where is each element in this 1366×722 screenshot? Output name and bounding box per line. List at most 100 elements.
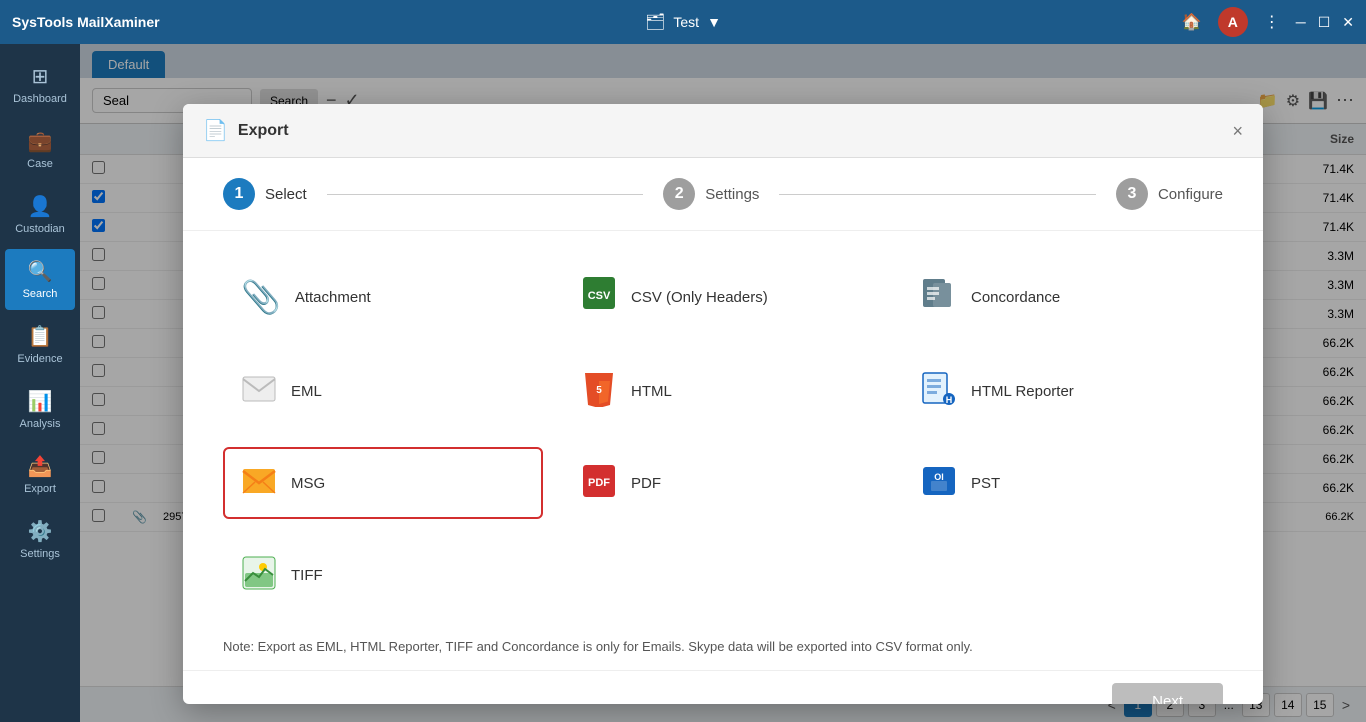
- svg-text:Ol: Ol: [934, 472, 944, 482]
- step-3-num: 3: [1116, 178, 1148, 210]
- case-icon: 💼: [28, 129, 53, 154]
- search-sidebar-icon: 🔍: [28, 259, 53, 284]
- sidebar-item-custodian[interactable]: 👤 Custodian: [5, 184, 75, 245]
- avatar: A: [1218, 7, 1248, 37]
- sidebar-item-analysis[interactable]: 📊 Analysis: [5, 379, 75, 440]
- custodian-icon: 👤: [28, 194, 53, 219]
- tiff-label: TIFF: [291, 567, 323, 584]
- attachment-label: Attachment: [295, 289, 371, 306]
- minimize-button[interactable]: ─: [1296, 14, 1306, 31]
- dialog-footer: Next: [183, 670, 1263, 704]
- content-area: Default Search − ✓ 📁 ⚙ 💾 ⋯ Size 71.4: [80, 44, 1366, 722]
- dialog-title: 📄 Export: [203, 118, 289, 143]
- html-icon: 5: [581, 371, 617, 411]
- modal-overlay: 📄 Export × 1 Select 2 Settings: [80, 44, 1366, 722]
- step-line-1: [327, 194, 644, 195]
- export-icon: 📤: [28, 454, 53, 479]
- sidebar-label-evidence: Evidence: [17, 353, 62, 365]
- sidebar-label-case: Case: [27, 158, 53, 170]
- step-line-2: [779, 194, 1096, 195]
- settings-icon: ⚙️: [28, 519, 53, 544]
- sidebar-item-export[interactable]: 📤 Export: [5, 444, 75, 505]
- csv-icon: CSV: [581, 275, 617, 319]
- html-label: HTML: [631, 383, 672, 400]
- home-button[interactable]: 🏠: [1182, 12, 1202, 32]
- dashboard-icon: ⊞: [32, 64, 49, 89]
- msg-icon: [241, 463, 277, 503]
- sidebar-item-settings[interactable]: ⚙️ Settings: [5, 509, 75, 570]
- sidebar-item-case[interactable]: 💼 Case: [5, 119, 75, 180]
- case-name: Test: [673, 14, 699, 30]
- export-option-msg[interactable]: MSG: [223, 447, 543, 519]
- dialog-title-text: Export: [238, 122, 289, 140]
- step-3-label: Configure: [1158, 186, 1223, 203]
- svg-text:H: H: [946, 395, 953, 405]
- dialog-close-button[interactable]: ×: [1232, 122, 1243, 140]
- export-option-concordance[interactable]: Concordance: [903, 259, 1223, 335]
- svg-text:PDF: PDF: [588, 477, 610, 489]
- titlebar: SysTools MailXaminer 🗂 Test ▼ 🏠 A ⋮ ─ ☐ …: [0, 0, 1366, 44]
- step-1-num: 1: [223, 178, 255, 210]
- sidebar-label-custodian: Custodian: [15, 223, 65, 235]
- pdf-icon: PDF: [581, 463, 617, 503]
- concordance-icon: [921, 277, 957, 317]
- csv-label: CSV (Only Headers): [631, 289, 768, 306]
- close-button[interactable]: ✕: [1342, 14, 1354, 31]
- export-option-eml[interactable]: EML: [223, 355, 543, 427]
- html-reporter-label: HTML Reporter: [971, 383, 1074, 400]
- export-option-csv[interactable]: CSV CSV (Only Headers): [563, 259, 883, 335]
- sidebar-label-settings: Settings: [20, 548, 60, 560]
- app-title: SysTools MailXaminer: [12, 14, 1182, 30]
- export-option-attachment[interactable]: 📎 Attachment: [223, 259, 543, 335]
- wizard-step-3: 3 Configure: [1116, 178, 1223, 210]
- sidebar-label-dashboard: Dashboard: [13, 93, 67, 105]
- step-2-num: 2: [663, 178, 695, 210]
- maximize-button[interactable]: ☐: [1318, 14, 1331, 31]
- analysis-icon: 📊: [28, 389, 53, 414]
- attachment-icon: 📎: [241, 278, 281, 316]
- evidence-icon: 📋: [28, 324, 53, 349]
- next-button[interactable]: Next: [1112, 683, 1223, 704]
- sidebar-item-search[interactable]: 🔍 Search: [5, 249, 75, 310]
- sidebar-label-analysis: Analysis: [20, 418, 61, 430]
- titlebar-center: 🗂 Test ▼: [645, 12, 721, 32]
- export-option-tiff[interactable]: TIFF: [223, 539, 543, 611]
- sidebar: ⊞ Dashboard 💼 Case 👤 Custodian 🔍 Search …: [0, 44, 80, 722]
- eml-label: EML: [291, 383, 322, 400]
- pst-label: PST: [971, 475, 1000, 492]
- tiff-icon: [241, 555, 277, 595]
- msg-label: MSG: [291, 475, 325, 492]
- pst-icon: Ol: [921, 463, 957, 503]
- sidebar-item-dashboard[interactable]: ⊞ Dashboard: [5, 54, 75, 115]
- export-options-grid: 📎 Attachment CSV CSV (Only Headers): [183, 231, 1263, 639]
- export-option-html[interactable]: 5 HTML: [563, 355, 883, 427]
- sidebar-label-search: Search: [23, 288, 58, 300]
- svg-text:5: 5: [596, 385, 602, 396]
- html-reporter-icon: H: [921, 371, 957, 411]
- more-button[interactable]: ⋮: [1264, 12, 1280, 32]
- step-2-label: Settings: [705, 186, 759, 203]
- main-layout: ⊞ Dashboard 💼 Case 👤 Custodian 🔍 Search …: [0, 44, 1366, 722]
- wizard-step-2: 2 Settings: [663, 178, 759, 210]
- sidebar-label-export: Export: [24, 483, 56, 495]
- titlebar-actions: 🏠 A ⋮ ─ ☐ ✕: [1182, 7, 1354, 37]
- note-text: Note: Export as EML, HTML Reporter, TIFF…: [223, 639, 973, 654]
- step-1-label: Select: [265, 186, 307, 203]
- export-option-pdf[interactable]: PDF PDF: [563, 447, 883, 519]
- dialog-doc-icon: 📄: [203, 118, 228, 143]
- wizard-steps: 1 Select 2 Settings 3 Configure: [183, 158, 1263, 231]
- dialog-note: Note: Export as EML, HTML Reporter, TIFF…: [183, 639, 1263, 670]
- concordance-label: Concordance: [971, 289, 1060, 306]
- pdf-label: PDF: [631, 475, 661, 492]
- wizard-step-1: 1 Select: [223, 178, 307, 210]
- dialog-header: 📄 Export ×: [183, 104, 1263, 158]
- svg-text:CSV: CSV: [588, 290, 611, 302]
- window-controls: ─ ☐ ✕: [1296, 14, 1354, 31]
- dropdown-icon[interactable]: ▼: [707, 14, 721, 30]
- export-option-html-reporter[interactable]: H HTML Reporter: [903, 355, 1223, 427]
- sidebar-item-evidence[interactable]: 📋 Evidence: [5, 314, 75, 375]
- export-dialog: 📄 Export × 1 Select 2 Settings: [183, 104, 1263, 704]
- eml-icon: [241, 371, 277, 411]
- export-option-pst[interactable]: Ol PST: [903, 447, 1223, 519]
- folder-icon: 🗂: [645, 12, 665, 32]
